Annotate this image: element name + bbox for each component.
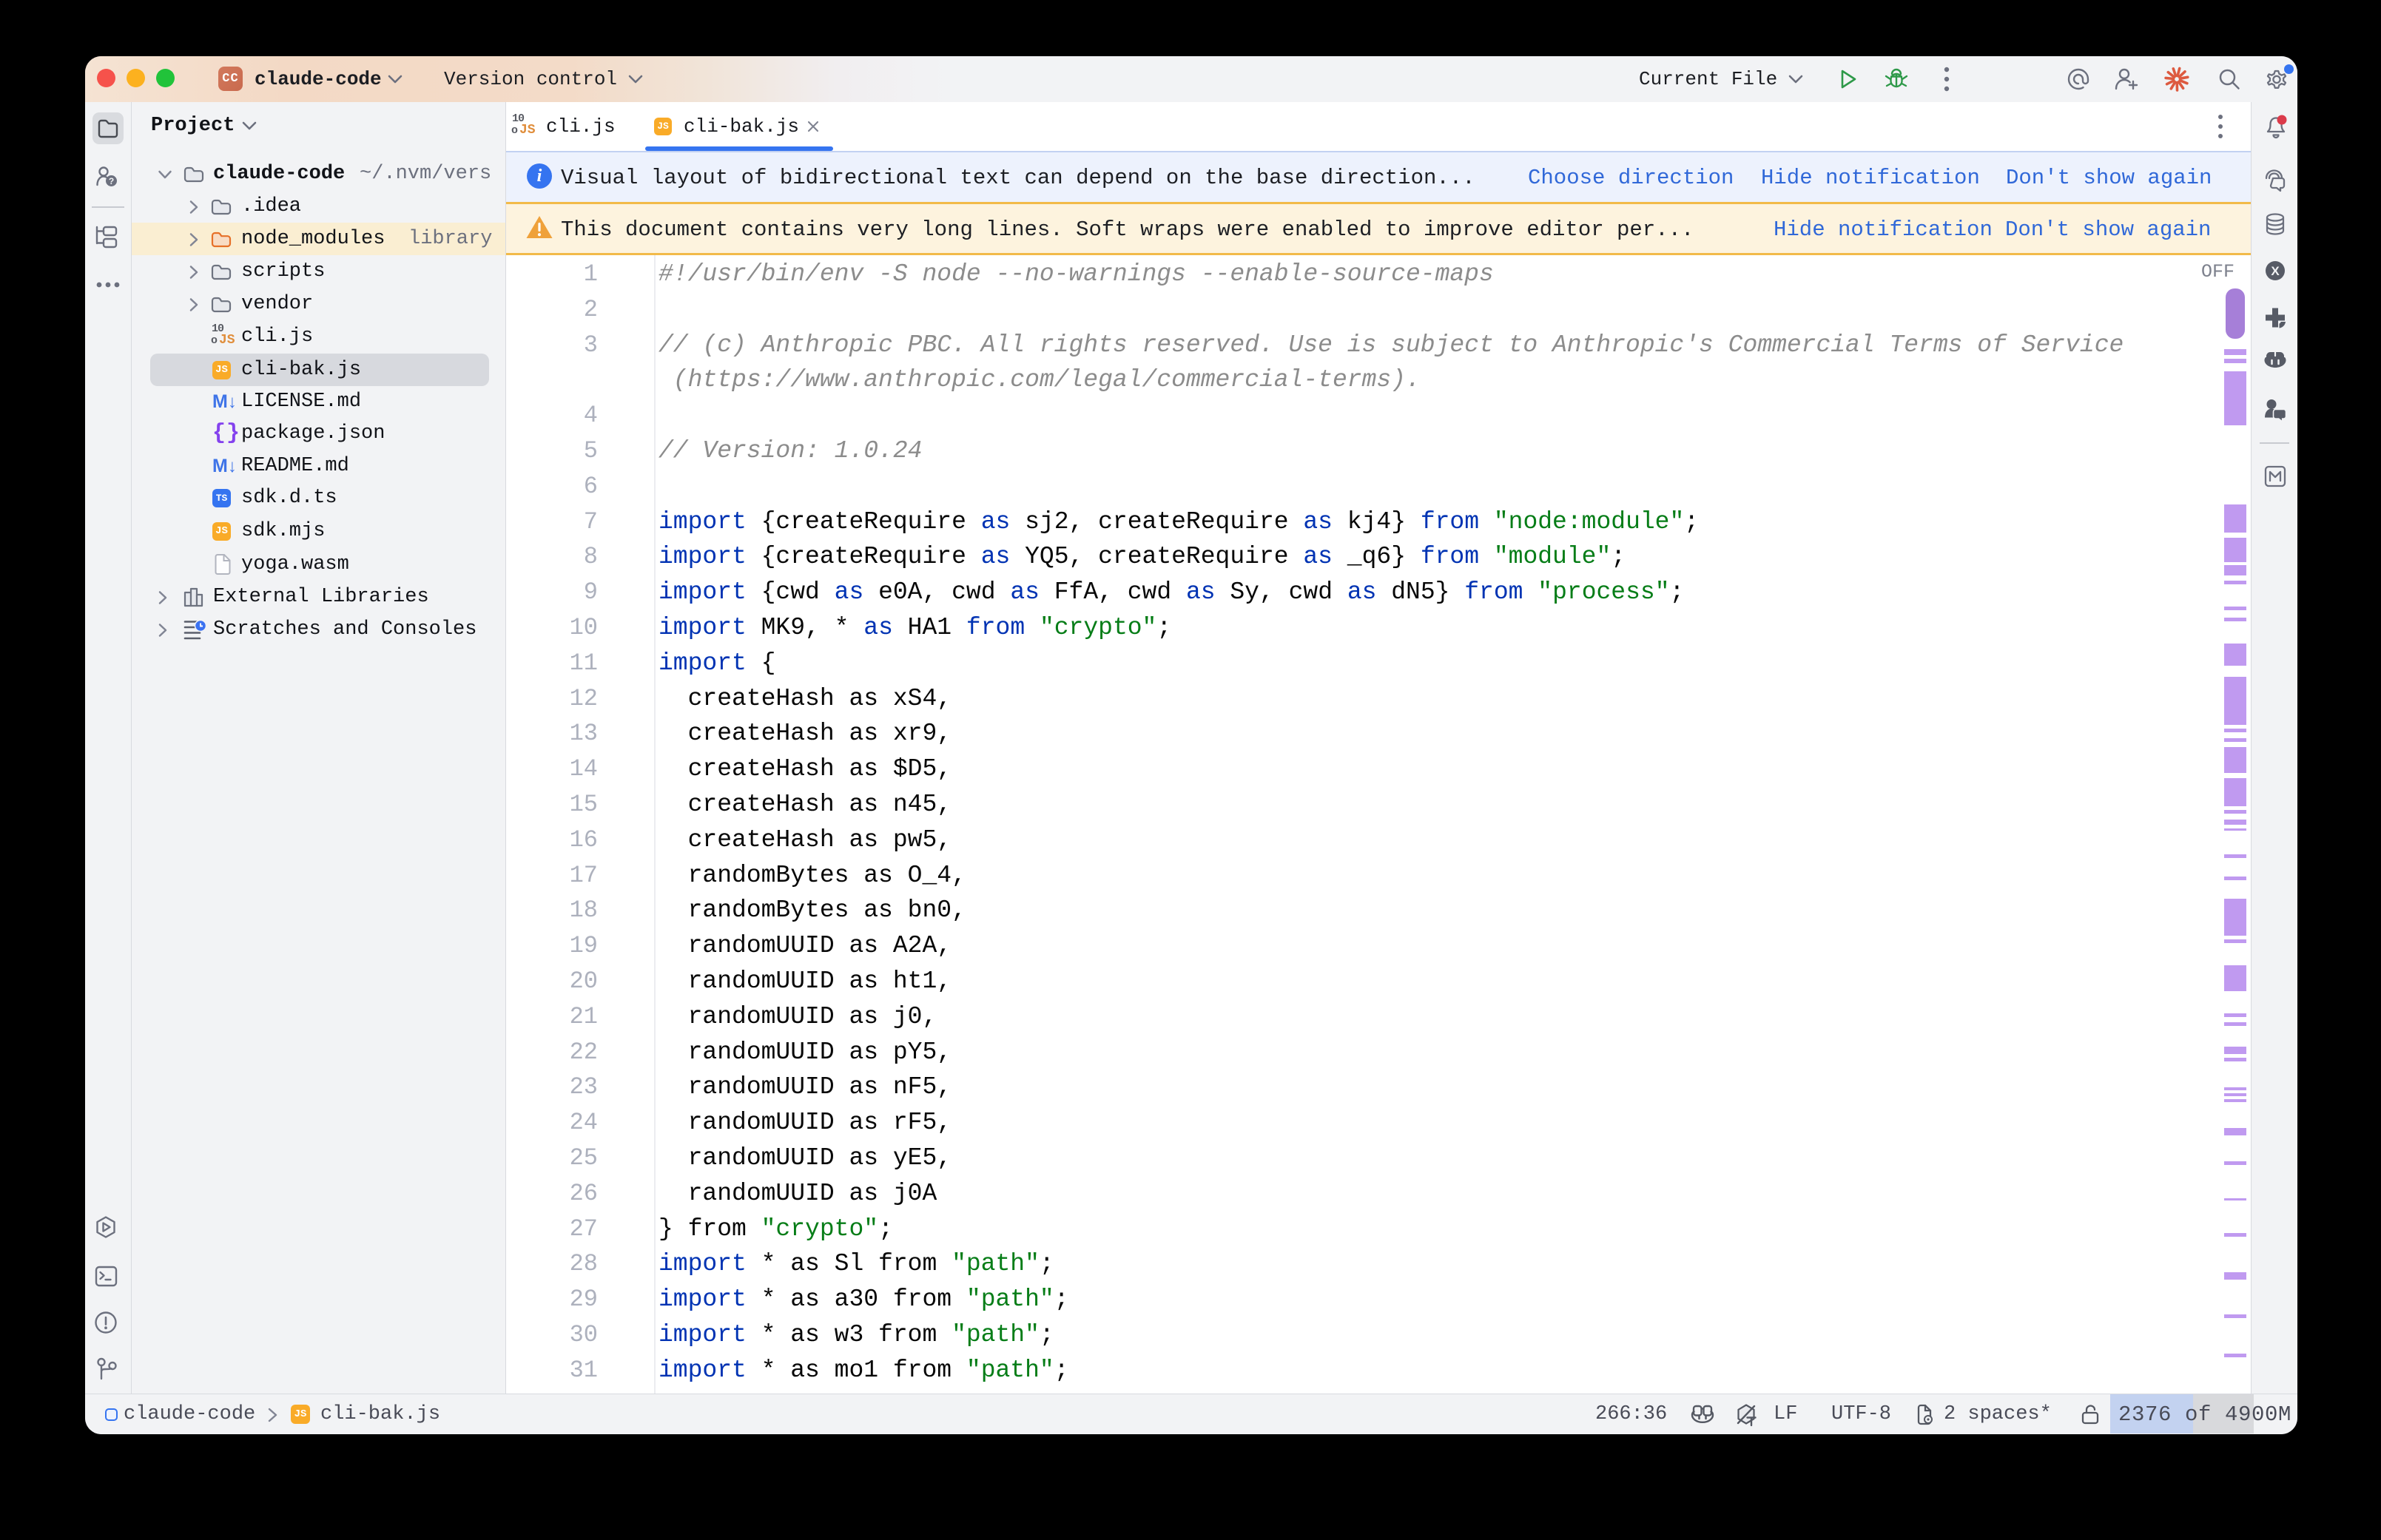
svg-text:?: ?: [109, 176, 114, 186]
svg-text:X: X: [2271, 264, 2280, 278]
